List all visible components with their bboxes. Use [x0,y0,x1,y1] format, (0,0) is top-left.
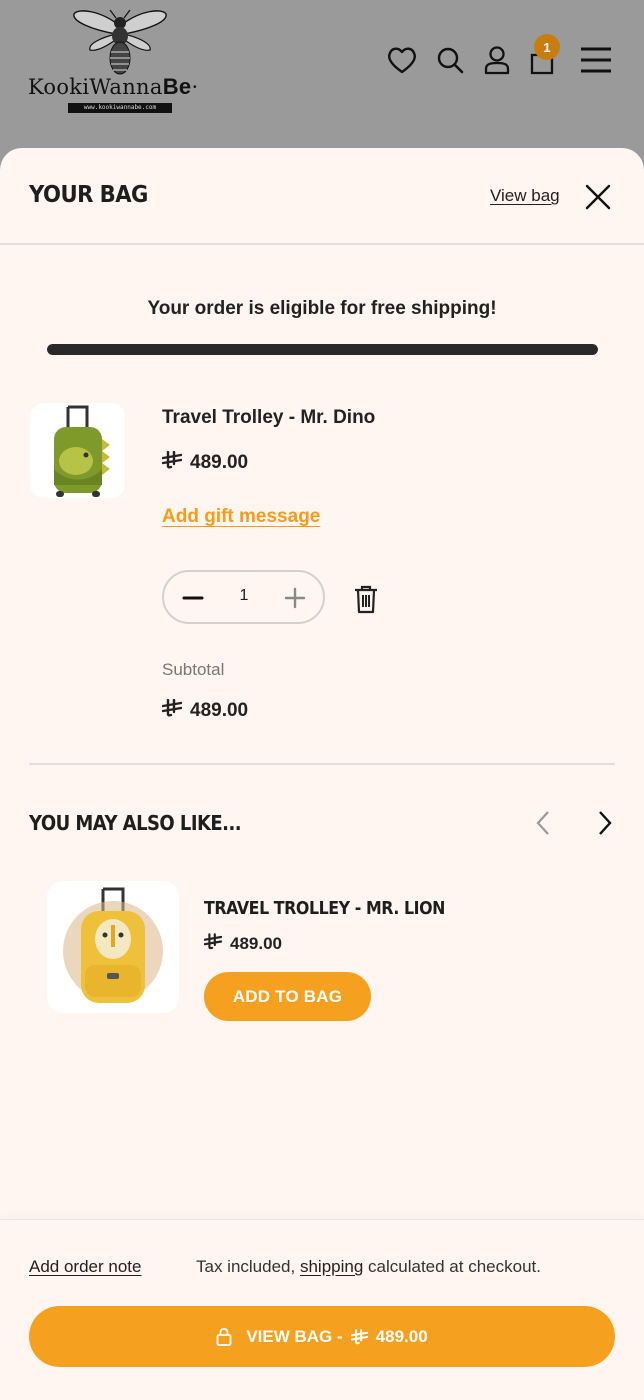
drawer-footer: Add order note Tax included, shipping ca… [0,1219,644,1400]
add-order-note-link[interactable]: Add order note [29,1257,141,1277]
riyal-currency-icon [162,451,182,469]
cart-count-badge: 1 [534,34,560,60]
recommendations-title: YOU MAY ALSO LIKE... [29,811,242,835]
add-gift-message-link[interactable]: Add gift message [162,506,320,528]
close-icon [585,184,611,210]
subtotal-value: 489.00 [162,699,248,722]
logo-url: www.kookiwannabe.com [68,103,172,113]
chevron-right-icon [599,811,612,835]
recommendation-price-value: 489.00 [230,934,282,953]
section-divider [29,763,615,765]
bee-logo-icon [73,9,167,75]
subtotal-label: Subtotal [162,660,225,679]
quantity-increase-button[interactable] [282,585,308,611]
cart-item-title[interactable]: Travel Trolley - Mr. Dino [162,407,375,429]
carousel-next-button[interactable] [592,810,616,836]
carousel-prev-button[interactable] [532,810,556,836]
tax-suffix: calculated at checkout. [368,1257,541,1276]
tax-prefix: Tax included, [196,1257,296,1276]
riyal-currency-icon [350,1328,368,1344]
free-shipping-message: Your order is eligible for free shipping… [147,298,497,319]
dino-trolley-image [54,405,110,497]
wishlist-button[interactable] [386,44,418,76]
tax-shipping-note: Tax included, shipping calculated at che… [196,1257,541,1277]
cart-item-price-value: 489.00 [190,452,249,473]
drawer-title: YOUR BAG [29,182,148,208]
drawer-header: YOUR BAG View bag [0,148,644,245]
riyal-currency-icon [162,699,182,717]
search-icon [437,47,464,74]
free-shipping-progress [47,344,598,355]
heart-icon [388,47,416,74]
site-header: KookiWannaBe· www.kookiwannabe.com 1 [0,0,644,160]
recommendation-title[interactable]: TRAVEL TROLLEY - MR. LION [204,898,445,919]
trash-icon [355,585,377,614]
quantity-stepper: 1 [162,570,325,624]
cart-drawer: YOUR BAG View bag Your order is eligible… [0,148,644,1400]
search-button[interactable] [434,44,466,76]
quantity-decrease-button[interactable] [180,585,206,611]
riyal-currency-icon [204,933,222,950]
chevron-left-icon [536,811,549,835]
cart-item-image[interactable] [30,403,125,498]
view-bag-link[interactable]: View bag [490,186,560,206]
quantity-input[interactable]: 1 [224,587,264,605]
lock-icon [216,1327,232,1346]
logo-wordmark: KookiWannaBe· [28,74,199,99]
plus-icon [284,587,306,609]
shipping-policy-link[interactable]: shipping [300,1257,363,1276]
recommendation-price: 489.00 [204,933,282,954]
view-bag-checkout-button[interactable]: VIEW BAG - 489.00 [29,1306,615,1367]
user-icon [484,46,510,75]
lion-trolley-image [63,887,163,1003]
add-to-bag-button[interactable]: ADD TO BAG [204,972,371,1021]
minus-icon [182,596,204,600]
account-button[interactable] [481,44,513,76]
recommendation-image[interactable] [47,881,179,1013]
menu-button[interactable] [580,44,612,76]
remove-item-button[interactable] [352,584,380,614]
menu-icon [581,47,611,73]
store-logo[interactable]: KookiWannaBe· www.kookiwannabe.com [28,8,218,116]
cart-item-price: 489.00 [162,451,248,474]
close-button[interactable] [582,181,614,213]
subtotal-amount: 489.00 [190,700,249,721]
checkout-label: VIEW BAG - [246,1326,343,1346]
free-shipping-progress-fill [47,344,598,355]
checkout-total: 489.00 [375,1326,428,1346]
